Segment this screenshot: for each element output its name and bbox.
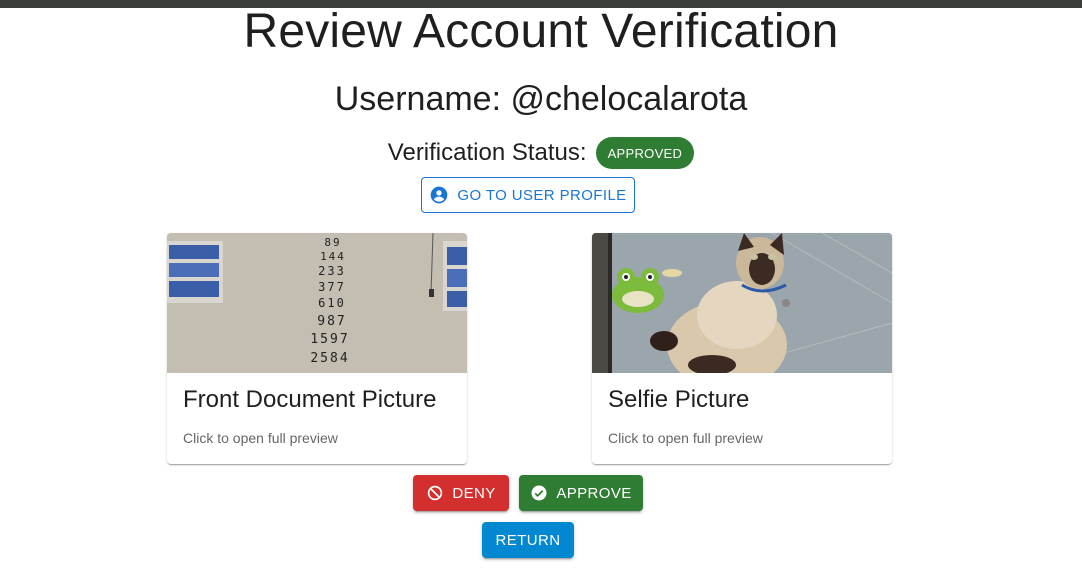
check-circle-icon	[530, 484, 548, 502]
front-document-card[interactable]: 89 144 233 377 610 987 1597 2584 Front D…	[167, 233, 467, 464]
wall-number: 144	[320, 250, 346, 263]
selfie-card-subtitle: Click to open full preview	[608, 430, 763, 446]
verification-status-row: Verification Status: APPROVED	[0, 136, 1082, 170]
selfie-card[interactable]: Selfie Picture Click to open full previe…	[592, 233, 892, 464]
return-button[interactable]: RETURN	[482, 522, 574, 558]
username-heading: Username: @chelocalarota	[334, 80, 748, 118]
status-badge: APPROVED	[595, 137, 695, 169]
page-title: Review Account Verification	[243, 5, 839, 58]
wall-number: 377	[318, 280, 346, 294]
go-to-user-profile-button[interactable]: GO TO USER PROFILE	[421, 177, 635, 213]
front-document-image[interactable]: 89 144 233 377 610 987 1597 2584	[167, 233, 467, 373]
wall-number: 89	[324, 236, 341, 249]
front-card-title: Front Document Picture	[183, 386, 437, 413]
approve-button[interactable]: APPROVE	[519, 475, 643, 511]
profile-button-label: GO TO USER PROFILE	[457, 186, 627, 204]
deny-button[interactable]: DENY	[413, 475, 509, 511]
approve-button-label: APPROVE	[556, 484, 632, 502]
wall-number: 987	[317, 314, 346, 329]
return-button-label: RETURN	[495, 531, 561, 549]
wall-number: 233	[318, 264, 346, 278]
wall-number: 2584	[310, 351, 349, 366]
deny-button-label: DENY	[452, 484, 496, 502]
front-card-subtitle: Click to open full preview	[183, 430, 338, 446]
wall-number: 1597	[310, 332, 349, 347]
status-label: Verification Status:	[387, 139, 587, 166]
account-circle-icon	[429, 185, 449, 205]
block-icon	[426, 484, 444, 502]
selfie-card-title: Selfie Picture	[608, 386, 750, 413]
selfie-image[interactable]	[592, 233, 892, 373]
wall-number: 610	[318, 296, 346, 310]
